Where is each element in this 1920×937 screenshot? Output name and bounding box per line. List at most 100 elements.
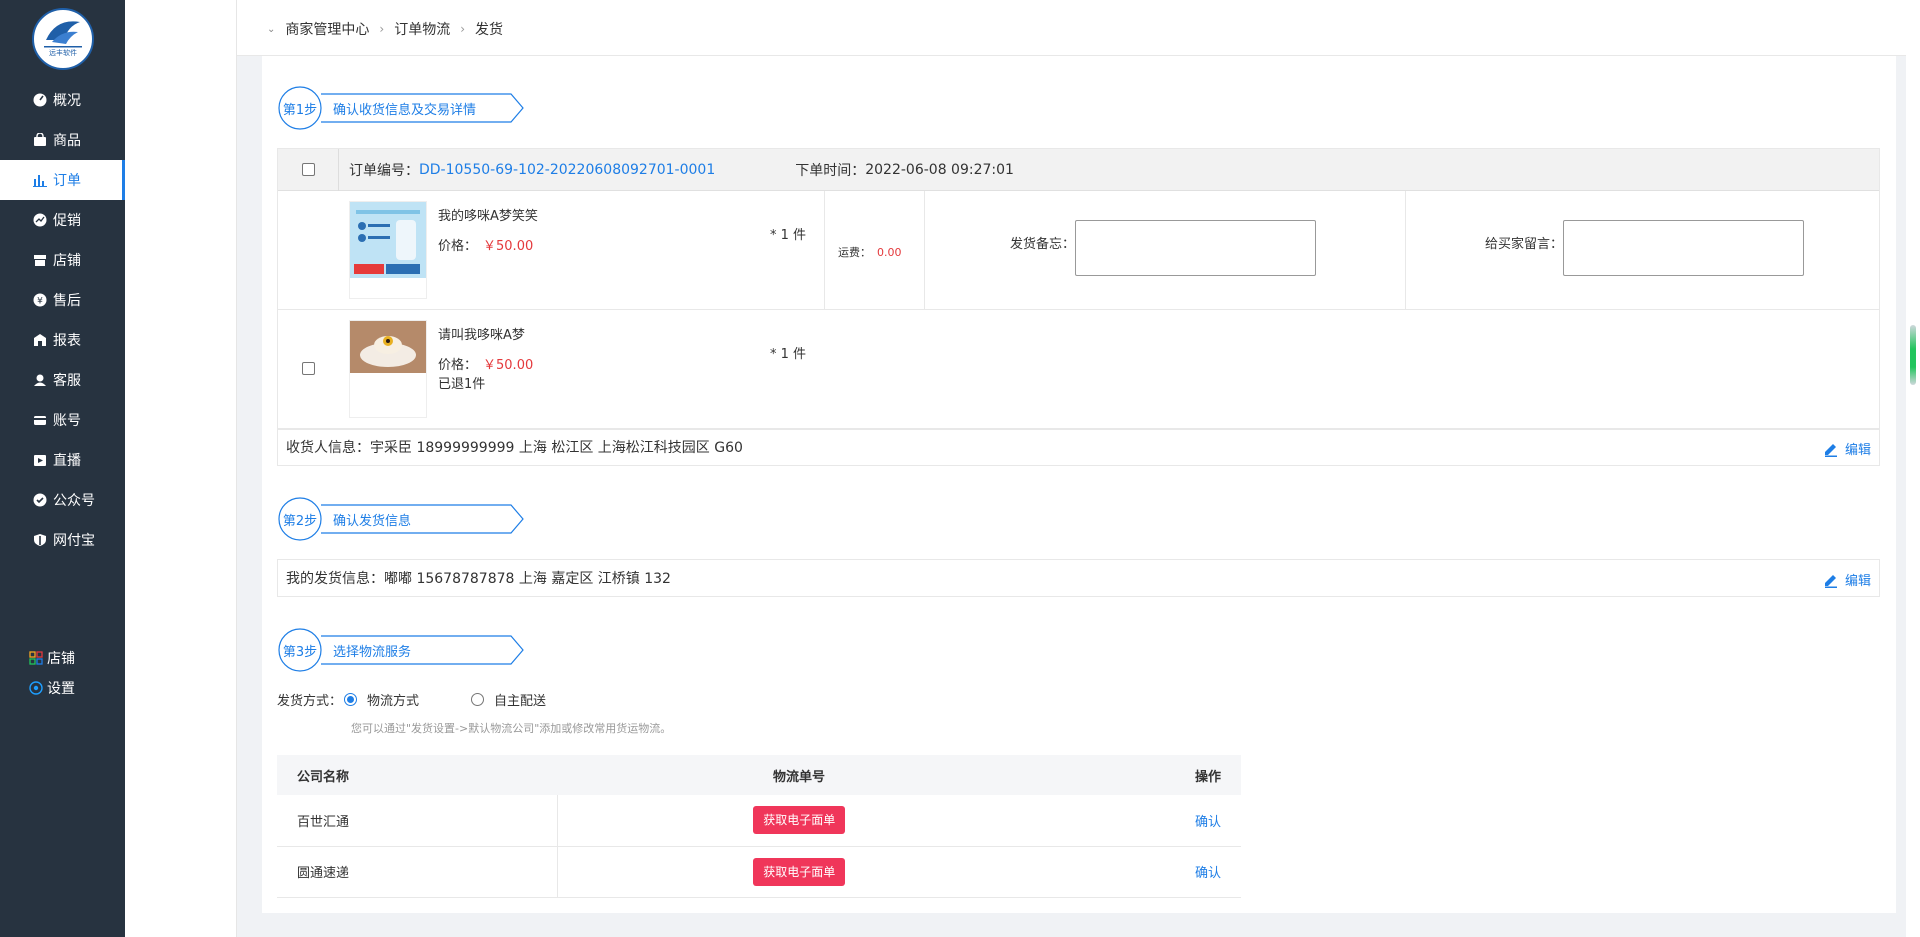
buyer-message-textarea[interactable]: [1563, 220, 1804, 276]
main-nav: 概况 商品 订单 促销 店铺 ¥ 售后 报表 客服 账号 直播 公众号 网付宝: [0, 80, 125, 560]
nav-item-orders[interactable]: 订单: [0, 160, 125, 200]
nav-item-live[interactable]: 直播: [0, 440, 125, 480]
nav-item-promotion[interactable]: 促销: [0, 200, 125, 240]
product-name[interactable]: 请叫我哆咪A梦: [438, 324, 525, 343]
bag-icon: [32, 132, 48, 148]
dashboard-icon: [32, 92, 48, 108]
order-select-checkbox[interactable]: [301, 163, 315, 176]
radio-logistics[interactable]: [344, 693, 358, 706]
nav-label: 店铺: [53, 253, 81, 269]
order-no-label: 订单编号：: [349, 162, 419, 179]
bottom-item-settings[interactable]: 设置: [0, 673, 125, 703]
scrollbar-thumb[interactable]: [1910, 325, 1916, 385]
delivery-method: 发货方式： 物流方式 自主配送: [277, 690, 546, 709]
order-select-cell: [278, 148, 339, 191]
edit-receiver-button[interactable]: 编辑: [1823, 439, 1871, 458]
bottom-item-store[interactable]: 店铺: [0, 643, 125, 673]
order-no[interactable]: DD-10550-69-102-20220608092701-0001: [419, 162, 715, 178]
bottom-label: 设置: [47, 681, 75, 697]
get-waybill-button[interactable]: 获取电子面单: [753, 806, 846, 835]
edit-icon: [1824, 574, 1837, 588]
nav-item-customer-service[interactable]: 客服: [0, 360, 125, 400]
sidebar: 远丰软件 概况 商品 订单 促销 店铺 ¥ 售后 报表 客服 账号 直播 公众号…: [0, 0, 125, 937]
step-2-header: 第2步 确认发货信息: [277, 497, 527, 541]
action-cell: 确认: [1041, 846, 1241, 898]
waybill-cell: 获取电子面单: [557, 795, 1041, 847]
confirm-link[interactable]: 确认: [1195, 866, 1221, 881]
column-divider: [924, 191, 925, 310]
home-icon: ⌄: [267, 23, 276, 35]
nav-item-goods[interactable]: 商品: [0, 120, 125, 160]
step-1-header: 第1步 确认收货信息及交易详情: [277, 86, 527, 130]
company-logo[interactable]: 远丰软件: [32, 8, 94, 70]
sidebar-bottom: 店铺 设置: [0, 643, 125, 703]
nav-item-store[interactable]: 店铺: [0, 240, 125, 280]
table-row: 百世汇通 获取电子面单 确认: [277, 795, 1241, 847]
grid-icon: [28, 650, 44, 666]
live-icon: [32, 452, 48, 468]
product-image[interactable]: [349, 320, 427, 418]
nav-item-overview[interactable]: 概况: [0, 80, 125, 120]
breadcrumb: ⌄ 商家管理中心 › 订单物流 › 发货: [267, 19, 503, 39]
nav-item-account[interactable]: 账号: [0, 400, 125, 440]
waybill-cell: 获取电子面单: [557, 846, 1041, 898]
order-box: 订单编号： DD-10550-69-102-20220608092701-000…: [277, 148, 1880, 430]
product-name[interactable]: 我的哆咪A梦笑笑: [438, 205, 538, 224]
table-header-row: 公司名称 物流单号 操作: [277, 755, 1241, 795]
nav-item-report[interactable]: 报表: [0, 320, 125, 360]
nav-item-wangfubao[interactable]: 网付宝: [0, 520, 125, 560]
column-header: 物流单号: [557, 755, 1041, 795]
radio-self-delivery-label[interactable]: 自主配送: [494, 690, 546, 709]
shipping-label: 运费：: [838, 246, 871, 259]
nav-label: 售后: [53, 293, 81, 309]
receiver-text: 收货人信息：宇采臣 18999999999 上海 松江区 上海松江科技园区 G6…: [286, 437, 743, 457]
after-sale-icon: ¥: [32, 292, 48, 308]
radio-logistics-label[interactable]: 物流方式: [367, 690, 419, 709]
breadcrumb-item[interactable]: 订单物流: [394, 19, 450, 39]
column-divider: [1405, 191, 1406, 310]
price-label: 价格：: [438, 239, 478, 254]
shipping-fee: 运费： 0.00: [838, 244, 902, 260]
breadcrumb-item[interactable]: 商家管理中心: [285, 19, 369, 39]
nav-item-after-sale[interactable]: ¥ 售后: [0, 280, 125, 320]
item-select-checkbox[interactable]: [302, 362, 315, 375]
nav-label: 客服: [53, 373, 81, 389]
edit-icon: [1824, 443, 1837, 457]
promo-icon: [32, 212, 48, 228]
shield-icon: [32, 532, 48, 548]
step-number: 第1步: [282, 103, 318, 118]
product-price: 价格： ￥50.00: [438, 354, 533, 373]
edit-label: 编辑: [1844, 443, 1871, 458]
ship-note-textarea[interactable]: [1075, 220, 1316, 276]
sender-text: 我的发货信息：嘟嘟 15678787878 上海 嘉定区 江桥镇 132: [286, 568, 671, 588]
secondary-sidebar: [125, 0, 237, 937]
edit-sender-button[interactable]: 编辑: [1823, 570, 1871, 589]
product-image[interactable]: [349, 201, 427, 299]
nav-label: 报表: [53, 333, 81, 349]
edit-label: 编辑: [1844, 574, 1871, 589]
settings-icon: [28, 680, 44, 696]
sender-info: 我的发货信息：嘟嘟 15678787878 上海 嘉定区 江桥镇 132 编辑: [277, 559, 1880, 597]
order-header: 订单编号： DD-10550-69-102-20220608092701-000…: [278, 148, 1879, 191]
get-waybill-button[interactable]: 获取电子面单: [753, 857, 846, 886]
action-cell: 确认: [1041, 795, 1241, 847]
price-label: 价格：: [438, 358, 478, 373]
company-name: 百世汇通: [277, 795, 558, 847]
logo-text: 远丰软件: [49, 48, 77, 57]
ship-note-label: 发货备忘：: [1010, 237, 1076, 252]
nav-label: 账号: [53, 413, 81, 429]
page-scrollbar[interactable]: [1906, 0, 1920, 937]
customer-service-icon: [32, 372, 48, 388]
radio-self-delivery[interactable]: [471, 693, 485, 706]
chevron-right-icon: ›: [460, 22, 466, 36]
chevron-right-icon: ›: [379, 22, 385, 36]
nav-item-official-account[interactable]: 公众号: [0, 480, 125, 520]
buyer-message-label: 给买家留言：: [1485, 237, 1564, 252]
order-item: 我的哆咪A梦笑笑 价格： ￥50.00 * 1 件 运费： 0.00 发货备忘： 给…: [278, 191, 1879, 310]
confirm-link[interactable]: 确认: [1195, 815, 1221, 830]
nav-label: 直播: [53, 453, 81, 469]
nav-label: 商品: [53, 133, 81, 149]
svg-text:¥: ¥: [37, 297, 43, 307]
bottom-label: 店铺: [47, 651, 75, 667]
receiver-info: 收货人信息：宇采臣 18999999999 上海 松江区 上海松江科技园区 G6…: [277, 428, 1880, 466]
